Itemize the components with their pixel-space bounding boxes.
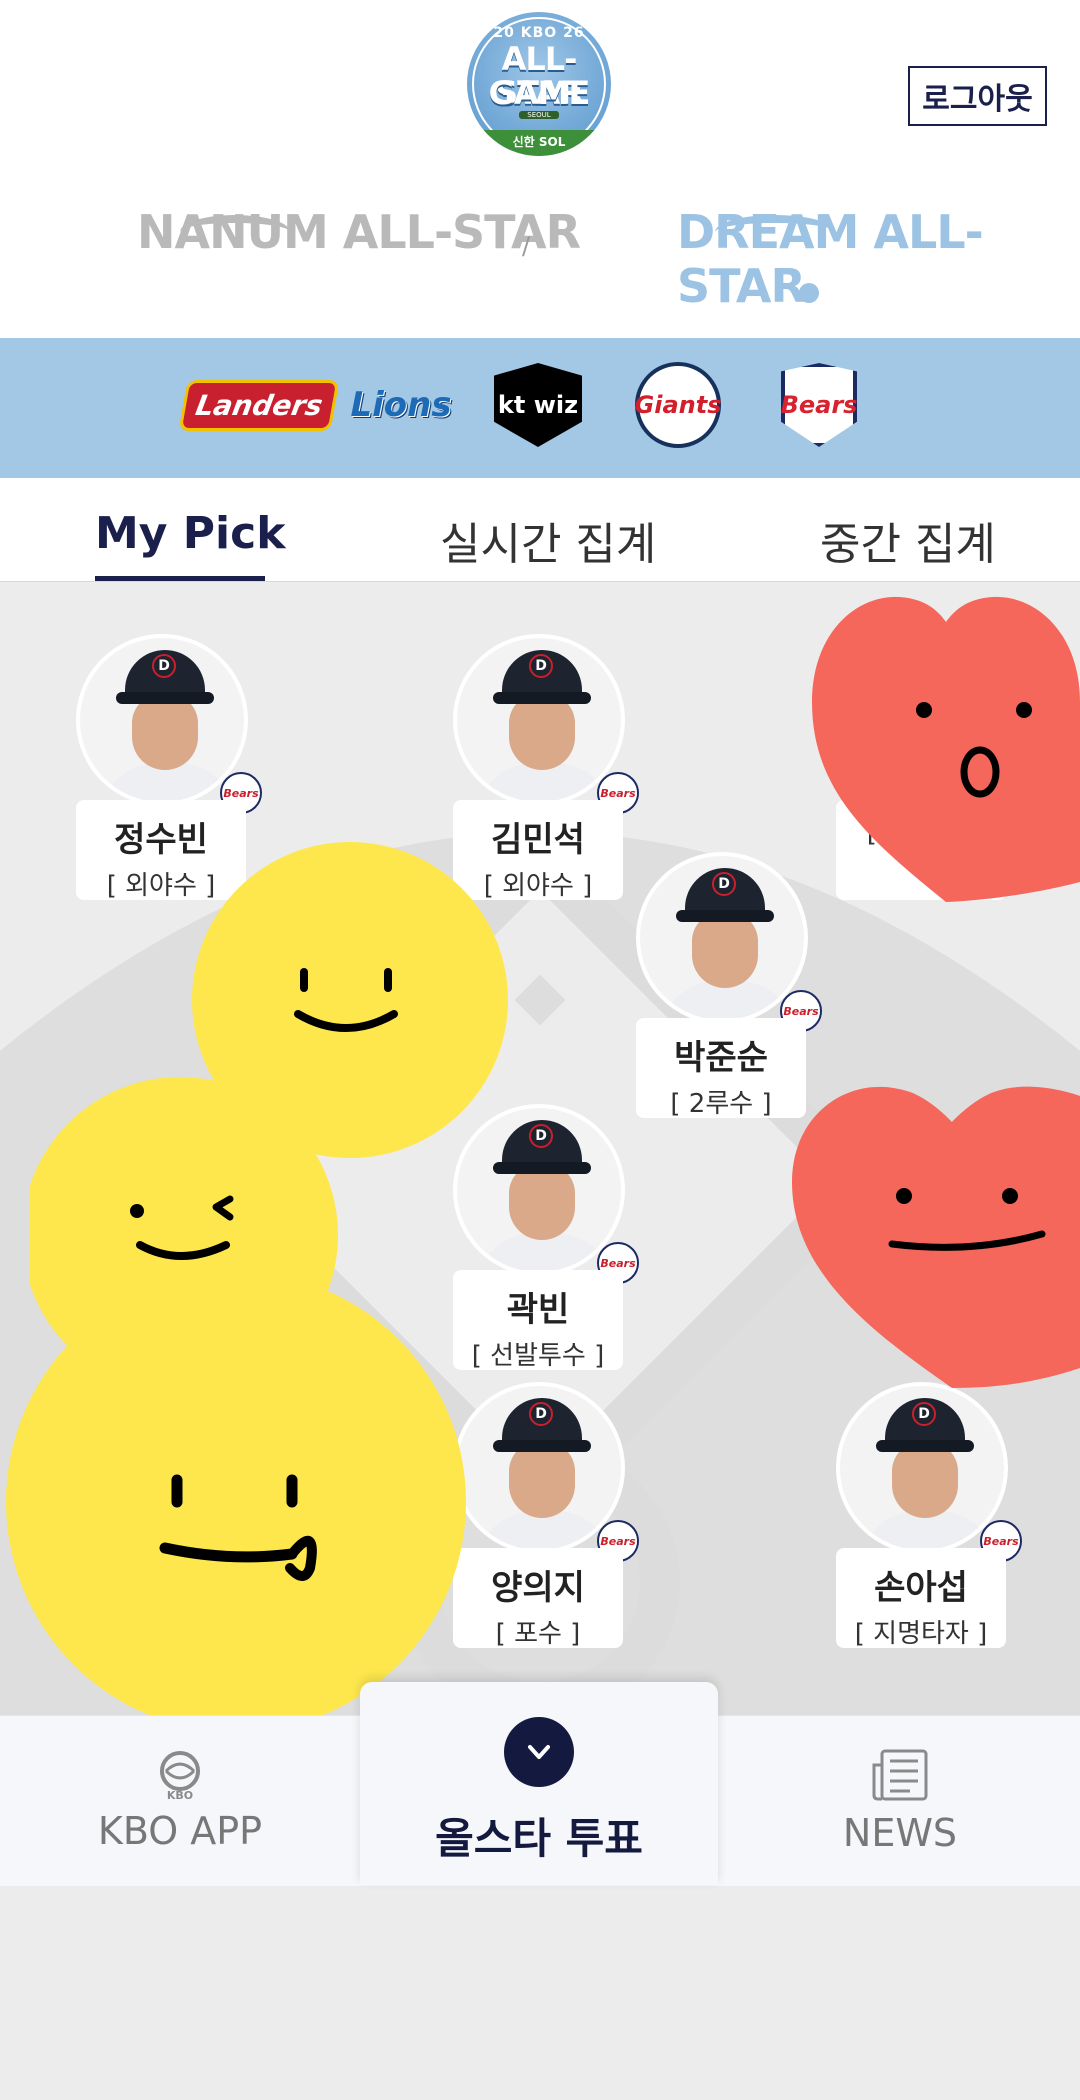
logo-line2: GAME	[488, 74, 591, 112]
team-bears-logo[interactable]: Bears	[774, 362, 864, 448]
nanum-allstar-tab[interactable]: NANUM ALL-STAR	[137, 205, 581, 259]
allstar-vote-screen: 20 KBO 26 ALL-STAR GAME SEOUL 신한 SOL 로그아…	[0, 0, 1080, 2100]
tab-interim-count[interactable]: 중간 집계	[820, 508, 996, 572]
yellow-tongue-smile-sticker-icon[interactable]	[0, 1272, 470, 1717]
nav-news-label: NEWS	[842, 1811, 958, 1855]
tab-my-pick[interactable]: My Pick	[95, 508, 285, 559]
player-name: 손아섭	[874, 1568, 968, 1608]
team-logo-bar: Landers Lions kt wiz Giants Bears	[0, 338, 1080, 478]
nav-allstar-vote-label: 올스타 투표	[435, 1814, 643, 1863]
bears-wordmark: Bears	[781, 363, 857, 447]
player-photo: D	[453, 1382, 625, 1554]
kbo-app-icon: KBO	[160, 1751, 200, 1801]
heart-smile-sticker-icon[interactable]	[792, 1072, 1080, 1388]
player-name: 곽빈	[506, 1290, 570, 1330]
player-label: 박준순 [ 2루수 ]	[636, 1018, 806, 1119]
player-photo: D	[636, 852, 808, 1024]
team-landers-logo[interactable]: Landers	[178, 362, 340, 448]
chevron-down-icon	[528, 1745, 550, 1759]
header: 20 KBO 26 ALL-STAR GAME SEOUL 신한 SOL 로그아…	[0, 0, 1080, 338]
logo-year: 20 KBO 26	[493, 25, 585, 41]
dream-active-dot-icon	[799, 283, 819, 303]
giants-wordmark: Giants	[635, 362, 721, 448]
player-photo: D	[453, 634, 625, 806]
player-label: 손아섭 [ 지명타자 ]	[836, 1548, 1006, 1649]
league-separator: /	[522, 232, 531, 260]
player-name: 박준순	[674, 1038, 768, 1078]
landers-wordmark: Landers	[178, 379, 340, 431]
player-position: [ 선발투수 ]	[471, 1341, 605, 1371]
player-name: 양의지	[491, 1568, 585, 1608]
vote-toggle-button[interactable]	[504, 1717, 574, 1787]
player-photo: D	[836, 1382, 1008, 1554]
baseball-field: D Bears 정수빈 [ 외야수 ] D Bears 김민석 [ 외야수 ] …	[0, 582, 1080, 1717]
nav-kbo-app[interactable]: KBO KBO APP	[0, 1716, 360, 1886]
newspaper-icon	[872, 1749, 928, 1801]
active-tab-underline	[95, 576, 265, 581]
team-lions-logo[interactable]: Lions	[348, 362, 454, 448]
kbo-icon-text: KBO	[167, 1789, 193, 1801]
player-position: [ 2루수 ]	[670, 1089, 772, 1119]
ktwiz-wordmark: kt wiz	[494, 363, 582, 447]
player-photo: D	[76, 634, 248, 806]
logout-button[interactable]: 로그아웃	[908, 66, 1047, 126]
dream-allstar-tab[interactable]: DREAM ALL-STAR	[677, 205, 1080, 313]
allstar-game-logo: 20 KBO 26 ALL-STAR GAME SEOUL 신한 SOL	[467, 12, 611, 156]
player-label: 곽빈 [ 선발투수 ]	[453, 1270, 623, 1371]
team-giants-logo[interactable]: Giants	[628, 362, 728, 448]
player-card-catcher[interactable]: D Bears 양의지 [ 포수 ]	[447, 1382, 639, 1662]
heart-surprised-sticker-icon[interactable]	[812, 582, 1080, 902]
tab-bar: My Pick 실시간 집계 중간 집계	[0, 478, 1080, 582]
nav-allstar-vote[interactable]: 올스타 투표	[360, 1682, 718, 1885]
team-ktwiz-logo[interactable]: kt wiz	[490, 362, 586, 448]
player-position: [ 포수 ]	[495, 1619, 581, 1649]
player-card-designated-hitter[interactable]: D Bears 손아섭 [ 지명타자 ]	[830, 1382, 1022, 1662]
lions-wordmark: Lions	[350, 385, 452, 425]
logo-city: SEOUL	[519, 111, 559, 119]
tab-realtime-count[interactable]: 실시간 집계	[440, 508, 656, 572]
nav-kbo-app-label: KBO APP	[97, 1809, 263, 1853]
player-label: 양의지 [ 포수 ]	[453, 1548, 623, 1649]
logo-sponsor: 신한 SOL	[512, 135, 566, 149]
nav-news[interactable]: NEWS	[720, 1716, 1080, 1886]
player-position: [ 지명타자 ]	[854, 1619, 988, 1649]
